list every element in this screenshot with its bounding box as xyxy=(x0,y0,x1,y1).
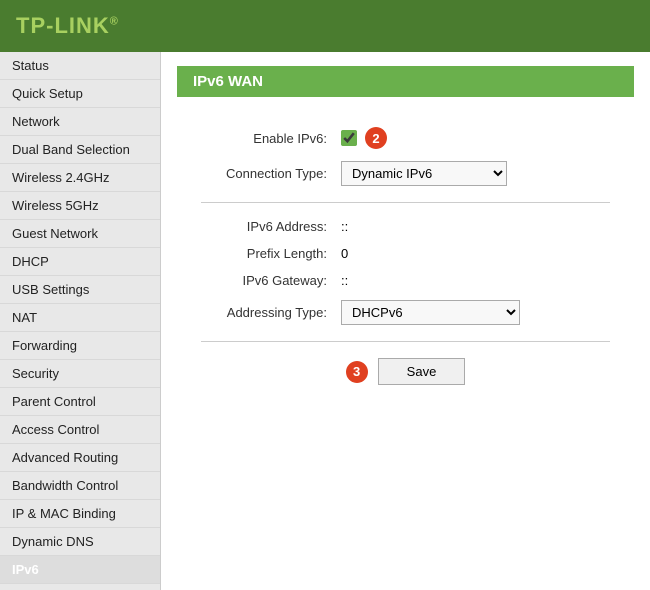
logo-text: TP-LINK xyxy=(16,13,110,38)
ipv6-gateway-label: IPv6 Gateway: xyxy=(181,273,341,288)
prefix-length-value: 0 xyxy=(341,246,348,261)
sidebar-item-ip-mac-binding[interactable]: IP & MAC Binding xyxy=(0,500,160,528)
ipv6-gateway-row: IPv6 Gateway: :: xyxy=(181,273,630,288)
enable-ipv6-checkbox[interactable] xyxy=(341,130,357,146)
addressing-type-label: Addressing Type: xyxy=(181,305,341,320)
logo: TP-LINK® xyxy=(16,13,119,39)
sidebar-item-dual-band[interactable]: Dual Band Selection xyxy=(0,136,160,164)
divider-2 xyxy=(201,341,610,342)
sidebar-item-nat[interactable]: NAT xyxy=(0,304,160,332)
enable-ipv6-value: 2 xyxy=(341,127,387,149)
prefix-length-text: 0 xyxy=(341,246,348,261)
form-area: Enable IPv6: 2 Connection Type: Dynamic … xyxy=(161,117,650,405)
sidebar-item-dynamic-dns[interactable]: Dynamic DNS xyxy=(0,528,160,556)
prefix-length-row: Prefix Length: 0 xyxy=(181,246,630,261)
sidebar-item-parent-control[interactable]: Parent Control xyxy=(0,388,160,416)
section-title: IPv6 WAN xyxy=(177,66,634,97)
prefix-length-label: Prefix Length: xyxy=(181,246,341,261)
sidebar-item-network[interactable]: Network xyxy=(0,108,160,136)
sidebar-item-wireless-24[interactable]: Wireless 2.4GHz xyxy=(0,164,160,192)
badge-3: 3 xyxy=(346,361,368,383)
sidebar-item-access-control[interactable]: Access Control xyxy=(0,416,160,444)
ipv6-gateway-text: :: xyxy=(341,273,348,288)
ipv6-address-label: IPv6 Address: xyxy=(181,219,341,234)
connection-type-label: Connection Type: xyxy=(181,166,341,181)
sidebar: StatusQuick SetupNetworkDual Band Select… xyxy=(0,52,161,590)
addressing-type-row: Addressing Type: DHCPv6SLAAC+RDNSSSLAAC+… xyxy=(181,300,630,325)
save-row: 3 Save xyxy=(181,358,630,385)
header: TP-LINK® xyxy=(0,0,650,52)
sidebar-item-forwarding[interactable]: Forwarding xyxy=(0,332,160,360)
divider-1 xyxy=(201,202,610,203)
sidebar-item-advanced-routing[interactable]: Advanced Routing xyxy=(0,444,160,472)
connection-type-value: Dynamic IPv6Static IPv6PPPoEv6Tunnel 6to… xyxy=(341,161,507,186)
sidebar-item-usb-settings[interactable]: USB Settings xyxy=(0,276,160,304)
addressing-type-select[interactable]: DHCPv6SLAAC+RDNSSSLAAC+Stateless DHCP xyxy=(341,300,520,325)
sidebar-item-security[interactable]: Security xyxy=(0,360,160,388)
layout: StatusQuick SetupNetworkDual Band Select… xyxy=(0,52,650,590)
sidebar-item-dhcp[interactable]: DHCP xyxy=(0,248,160,276)
sidebar-item-wireless-5[interactable]: Wireless 5GHz xyxy=(0,192,160,220)
sidebar-item-ipv6-status[interactable]: - IPv6 Status xyxy=(0,584,160,590)
save-button[interactable]: Save xyxy=(378,358,466,385)
logo-reg: ® xyxy=(110,16,119,28)
sidebar-item-status[interactable]: Status xyxy=(0,52,160,80)
connection-type-row: Connection Type: Dynamic IPv6Static IPv6… xyxy=(181,161,630,186)
sidebar-item-ipv6[interactable]: IPv6 xyxy=(0,556,160,584)
addressing-type-value: DHCPv6SLAAC+RDNSSSLAAC+Stateless DHCP xyxy=(341,300,520,325)
sidebar-item-guest-network[interactable]: Guest Network xyxy=(0,220,160,248)
ipv6-gateway-value: :: xyxy=(341,273,348,288)
ipv6-address-row: IPv6 Address: :: xyxy=(181,219,630,234)
enable-ipv6-label: Enable IPv6: xyxy=(181,131,341,146)
ipv6-address-value: :: xyxy=(341,219,348,234)
badge-2: 2 xyxy=(365,127,387,149)
main-content: IPv6 WAN Enable IPv6: 2 Connection Type:… xyxy=(161,52,650,590)
connection-type-select[interactable]: Dynamic IPv6Static IPv6PPPoEv6Tunnel 6to… xyxy=(341,161,507,186)
ipv6-address-text: :: xyxy=(341,219,348,234)
sidebar-item-quick-setup[interactable]: Quick Setup xyxy=(0,80,160,108)
sidebar-item-bandwidth-control[interactable]: Bandwidth Control xyxy=(0,472,160,500)
enable-ipv6-row: Enable IPv6: 2 xyxy=(181,127,630,149)
